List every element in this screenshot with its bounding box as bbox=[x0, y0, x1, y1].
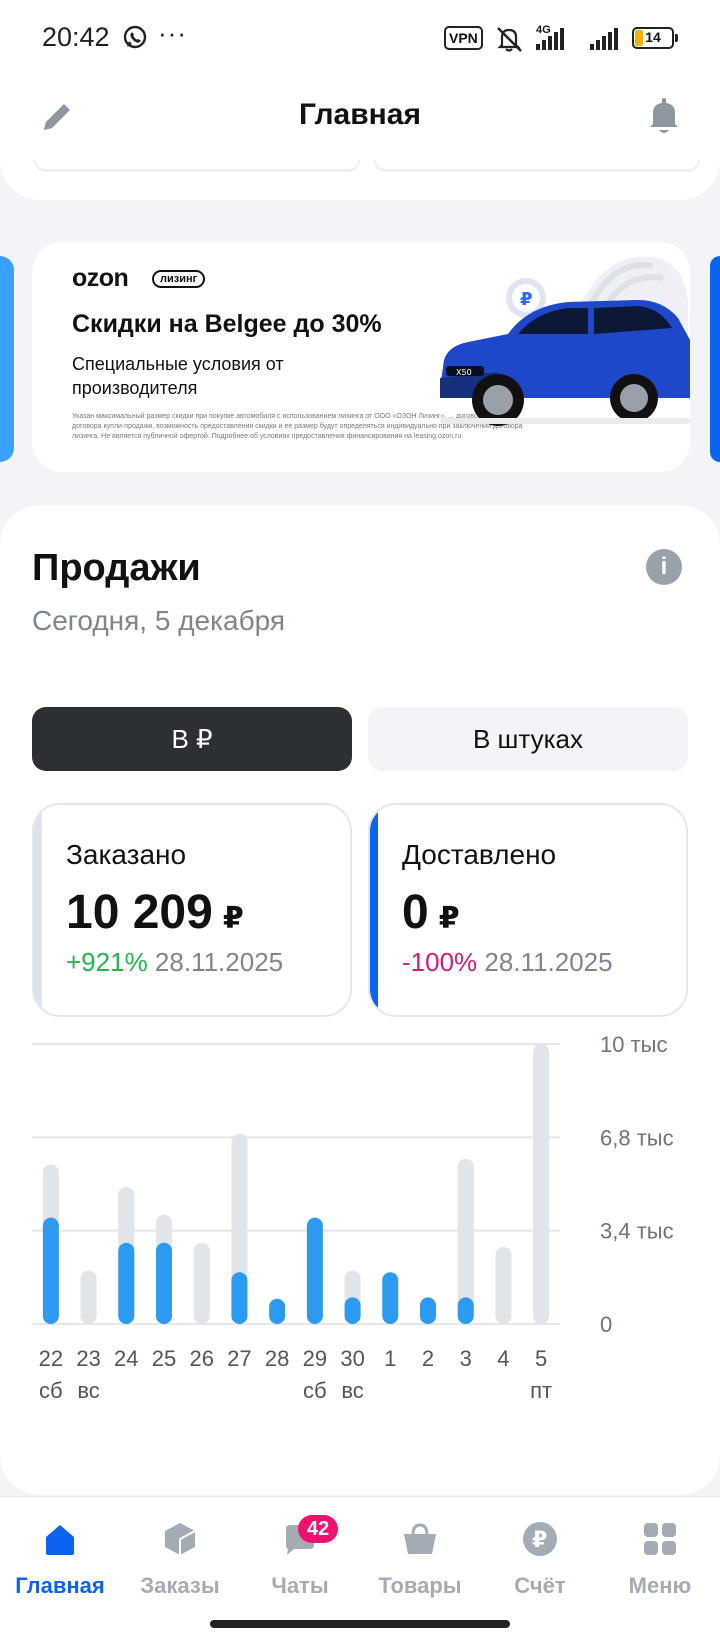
nav-label: Счёт bbox=[514, 1573, 566, 1598]
ordered-label: Заказано bbox=[66, 839, 187, 870]
status-bar: 20:42 ··· VPN 4G 14 bbox=[0, 0, 720, 78]
ordered-accent-bar bbox=[34, 805, 42, 1015]
nav-orders[interactable]: Заказы bbox=[120, 1497, 240, 1607]
nav-label: Главная bbox=[15, 1573, 105, 1598]
signal-icon-2 bbox=[590, 28, 618, 50]
x-tick-label: 30 bbox=[340, 1346, 364, 1371]
car-badge: X50 bbox=[456, 368, 472, 377]
ordered-delta: +921% 28.11.2025 bbox=[66, 947, 284, 977]
basket-icon bbox=[404, 1523, 436, 1554]
x-tick-label: 25 bbox=[152, 1346, 176, 1371]
delivered-value: 0 ₽ bbox=[402, 886, 460, 939]
nav-chats[interactable]: 42 Чаты bbox=[240, 1497, 360, 1607]
bar-previous bbox=[495, 1247, 512, 1324]
bar-previous bbox=[533, 1044, 550, 1324]
banner-subtitle: Специальные условия от производителя bbox=[72, 354, 284, 398]
svg-text:₽: ₽ bbox=[520, 289, 533, 310]
x-tick-label: 23 bbox=[76, 1346, 100, 1371]
bar-current bbox=[344, 1297, 361, 1324]
bar-previous bbox=[193, 1242, 210, 1324]
bar-current bbox=[420, 1297, 436, 1324]
ordered-card[interactable]: Заказано 10 209 ₽ +921% 28.11.2025 bbox=[32, 803, 352, 1017]
nav-products[interactable]: Товары bbox=[360, 1497, 480, 1607]
promo-banner[interactable]: ozon лизинг Скидки на Belgee до 30% Спец… bbox=[32, 242, 690, 472]
svg-text:₽: ₽ bbox=[532, 1528, 547, 1553]
x-weekday-label: сб bbox=[39, 1378, 63, 1403]
home-indicator[interactable] bbox=[210, 1620, 510, 1628]
carousel-next-banner[interactable] bbox=[710, 256, 720, 462]
bar-current bbox=[306, 1217, 323, 1324]
x-tick-label: 22 bbox=[39, 1346, 63, 1371]
bottom-navigation: Главная Заказы 42 Чаты Товары ₽ Счёт Мен… bbox=[0, 1496, 720, 1640]
bar-current bbox=[382, 1272, 399, 1324]
x-tick-label: 4 bbox=[497, 1346, 509, 1371]
muted-bell-icon bbox=[497, 27, 522, 52]
vpn-indicator: VPN bbox=[444, 26, 483, 50]
delivered-label: Доставлено bbox=[402, 839, 557, 870]
bar-current bbox=[457, 1297, 474, 1324]
signal-icon bbox=[536, 28, 564, 50]
chat-unread-badge: 42 bbox=[298, 1515, 339, 1543]
x-weekday-label: вс bbox=[341, 1378, 363, 1403]
x-tick-label: 24 bbox=[114, 1346, 138, 1371]
info-icon[interactable]: i bbox=[646, 549, 682, 585]
bar-current bbox=[42, 1217, 59, 1324]
toggle-rub[interactable]: В ₽ bbox=[32, 707, 352, 771]
bar-current bbox=[231, 1272, 248, 1324]
y-tick-label: 0 bbox=[600, 1312, 612, 1337]
sales-bar-chart[interactable]: 10 тыс6,8 тыс3,4 тыс022сб23вс24 25 26 27 28 2… bbox=[0, 1020, 720, 1460]
leasing-tag: лизинг bbox=[152, 270, 206, 288]
ordered-value: 10 209 ₽ bbox=[66, 886, 244, 939]
bar-current bbox=[156, 1242, 172, 1324]
x-weekday-label: пт bbox=[530, 1378, 552, 1403]
nav-menu[interactable]: Меню bbox=[600, 1497, 720, 1607]
bar-previous bbox=[80, 1270, 97, 1324]
box-icon bbox=[165, 1523, 196, 1555]
status-more-dots: ··· bbox=[158, 18, 187, 48]
status-time: 20:42 bbox=[42, 22, 110, 52]
y-tick-label: 3,4 тыс bbox=[600, 1219, 674, 1244]
banner-headline: Скидки на Belgee до 30% bbox=[72, 310, 382, 338]
whatsapp-icon bbox=[123, 25, 147, 49]
nav-label: Заказы bbox=[140, 1573, 220, 1598]
nav-label: Меню bbox=[628, 1573, 692, 1598]
nav-label: Товары bbox=[378, 1573, 462, 1598]
nav-label: Чаты bbox=[271, 1573, 329, 1598]
delivered-accent-bar bbox=[370, 805, 378, 1015]
sales-title: Продажи bbox=[32, 547, 201, 589]
nav-account[interactable]: ₽ Счёт bbox=[480, 1497, 600, 1607]
x-weekday-label: сб bbox=[303, 1378, 327, 1403]
x-tick-label: 3 bbox=[460, 1346, 472, 1371]
ozon-logo: ozon bbox=[72, 264, 129, 292]
x-tick-label: 28 bbox=[265, 1346, 289, 1371]
battery-icon: 14 bbox=[632, 27, 678, 49]
y-tick-label: 10 тыс bbox=[600, 1032, 667, 1057]
sales-date: Сегодня, 5 декабря bbox=[32, 605, 286, 636]
x-tick-label: 26 bbox=[189, 1346, 213, 1371]
notification-bell-icon[interactable] bbox=[646, 96, 682, 136]
x-weekday-label: вс bbox=[77, 1378, 99, 1403]
car-image: ₽ X50 bbox=[440, 256, 690, 426]
y-tick-label: 6,8 тыс bbox=[600, 1125, 674, 1150]
page-title: Главная bbox=[298, 98, 421, 131]
x-tick-label: 27 bbox=[227, 1346, 251, 1371]
carousel-prev-banner[interactable] bbox=[0, 256, 14, 462]
home-icon bbox=[46, 1525, 74, 1555]
delivered-card[interactable]: Доставлено 0 ₽ -100% 28.11.2025 bbox=[368, 803, 688, 1017]
x-tick-label: 2 bbox=[422, 1346, 434, 1371]
x-tick-label: 1 bbox=[384, 1346, 396, 1371]
toggle-units[interactable]: В штуках bbox=[368, 707, 688, 771]
top-header: Главная bbox=[0, 78, 720, 200]
x-tick-label: 29 bbox=[303, 1346, 327, 1371]
ruble-coin-icon: ₽ bbox=[523, 1522, 557, 1556]
delivered-delta: -100% 28.11.2025 bbox=[402, 947, 613, 977]
bar-current bbox=[269, 1298, 286, 1324]
nav-home[interactable]: Главная bbox=[0, 1497, 120, 1607]
bar-current bbox=[118, 1242, 135, 1324]
x-tick-label: 5 bbox=[535, 1346, 547, 1371]
grid-menu-icon bbox=[644, 1523, 676, 1555]
